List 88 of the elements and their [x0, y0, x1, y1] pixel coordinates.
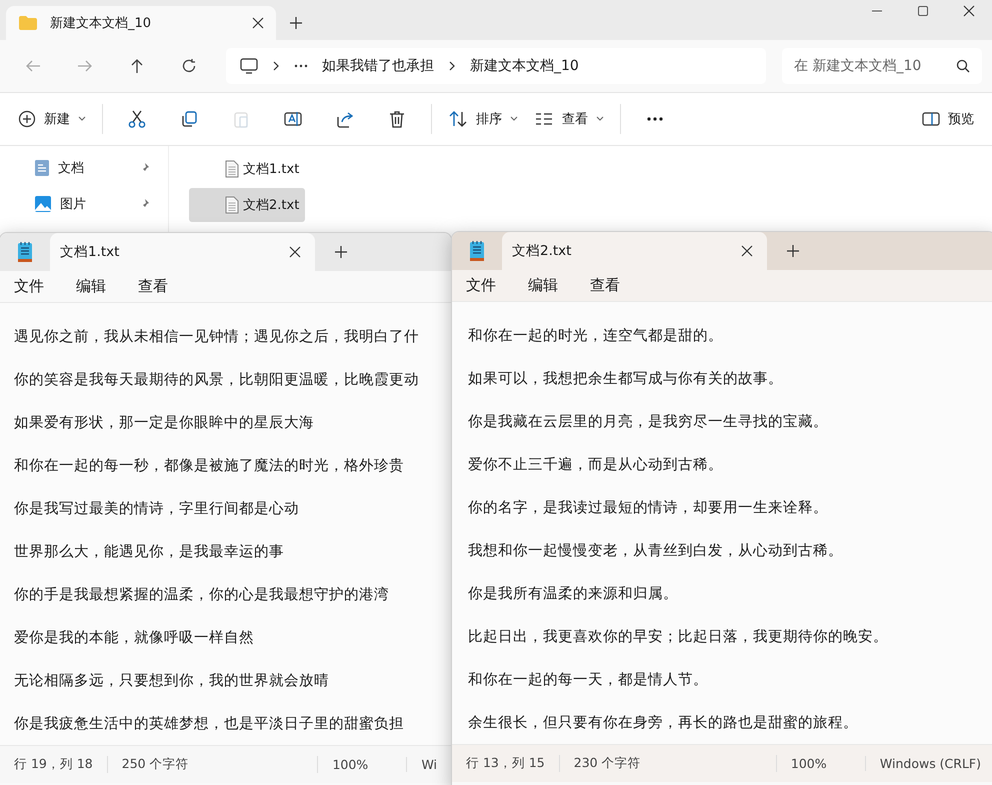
- zoom-level: 100%: [318, 757, 408, 772]
- folder-icon: [18, 15, 38, 31]
- plus-icon: [786, 244, 800, 258]
- character-count: 230 个字符: [560, 755, 777, 772]
- close-icon: [289, 246, 301, 258]
- tab-title: 文档2.txt: [512, 242, 572, 260]
- text-line: 和你在一起的每一秒，都像是被施了魔法的时光，格外珍贵: [14, 456, 405, 476]
- text-line: 我想和你一起慢慢变老，从青丝到白发，从心动到古稀。: [468, 542, 844, 561]
- text-line: 如果爱有形状，那一定是你眼眸中的星辰大海: [14, 414, 315, 433]
- toolbar-menu-button[interactable]: 排序: [442, 101, 524, 137]
- notepad-icon: [17, 241, 33, 263]
- tab-title: 文档1.txt: [60, 243, 120, 261]
- text-line: 你是我藏在云层里的月亮，是我穷尽一生寻找的宝藏。: [468, 412, 829, 432]
- text-line: 比起日出，我更喜欢你的早安；比起日落，我更期待你的晚安。: [468, 628, 889, 647]
- text-line: 爱你不止三千遍，而是从心动到古稀。: [468, 456, 724, 475]
- sidebar-label: 图片: [60, 196, 87, 213]
- cut-icon: [127, 109, 147, 129]
- explorer-tab[interactable]: 新建文本文档_10: [6, 6, 276, 40]
- refresh-icon: [181, 58, 197, 74]
- search-field[interactable]: 在 新建文本文档_10: [782, 48, 982, 84]
- toolbar-menu-button[interactable]: 新建: [12, 101, 92, 137]
- zoom-level: 100%: [776, 756, 866, 771]
- plus-icon: [289, 16, 303, 30]
- menu-item[interactable]: 编辑: [520, 272, 566, 299]
- character-count: 250 个字符: [108, 756, 318, 773]
- file-item[interactable]: 文档1.txt: [189, 152, 306, 186]
- menu-item[interactable]: 文件: [458, 272, 504, 299]
- text-line: 如果可以，我想把余生都写成与你有关的故事。: [468, 370, 784, 389]
- text-line: 爱你是我的本能，就像呼吸一样自然: [14, 629, 255, 648]
- sidebar-label: 文档: [58, 160, 85, 177]
- document-tab[interactable]: 文档1.txt: [50, 233, 315, 271]
- close-icon: [963, 5, 975, 17]
- notepad-icon: [469, 240, 485, 262]
- toolbar-menu-button[interactable]: 查看: [528, 101, 610, 137]
- breadcrumb[interactable]: 新建文本文档_10: [470, 57, 579, 75]
- picture-icon: [34, 195, 52, 213]
- arrow-up-icon: [129, 58, 145, 74]
- text-file-icon: [225, 196, 239, 214]
- text-file-icon: [225, 160, 239, 178]
- chevron-down-icon: [78, 116, 86, 122]
- cursor-position: 行 19，列 18: [0, 756, 108, 773]
- sort-icon: [448, 109, 468, 129]
- preview-pane-icon: [922, 112, 940, 126]
- file-item[interactable]: 文档2.txt: [189, 188, 306, 222]
- monitor-icon: [240, 58, 258, 74]
- menu-item[interactable]: 文件: [6, 273, 52, 300]
- document-tab[interactable]: 文档2.txt: [502, 232, 767, 270]
- text-line: 和你在一起的每一天，都是情人节。: [468, 671, 709, 690]
- address-bar[interactable]: 如果我错了也承担 新建文本文档_10: [226, 48, 766, 84]
- search-icon: [956, 59, 970, 73]
- text-line: 遇见你之前，我从未相信一见钟情；遇见你之后，我明白了什: [14, 328, 420, 347]
- arrow-right-icon: [77, 58, 93, 74]
- document-icon: [34, 159, 50, 177]
- menu-item[interactable]: 查看: [582, 272, 628, 299]
- breadcrumb[interactable]: 如果我错了也承担: [322, 57, 434, 75]
- line-ending: Wi: [420, 757, 438, 772]
- maximize-icon: [917, 5, 929, 17]
- text-line: 你是我所有温柔的来源和归属。: [468, 585, 679, 604]
- add-icon: [18, 110, 36, 128]
- arrow-left-icon: [25, 58, 41, 74]
- menu-item[interactable]: 编辑: [68, 273, 114, 300]
- trash-icon: [387, 109, 407, 129]
- plus-icon: [334, 245, 348, 259]
- tab-title: 新建文本文档_10: [50, 15, 152, 32]
- chevron-down-icon: [596, 116, 604, 122]
- chevron-down-icon: [510, 116, 518, 122]
- rename-icon: [283, 109, 303, 129]
- text-line: 你的名字，是我读过最短的情诗，却要用一生来诠释。: [468, 498, 829, 518]
- cursor-position: 行 13，列 15: [452, 755, 560, 772]
- more-icon: [647, 117, 663, 121]
- text-line: 你是我写过最美的情诗，字里行间都是心动: [14, 500, 300, 519]
- sidebar-item[interactable]: 文档: [0, 150, 168, 186]
- more-icon: [294, 64, 308, 68]
- text-line: 和你在一起的时光，连空气都是甜的。: [468, 327, 724, 346]
- text-line: 无论相隔多远，只要想到你，我的世界就会放晴: [14, 672, 330, 691]
- menu-item[interactable]: 查看: [130, 273, 176, 300]
- preview-button[interactable]: 预览: [916, 101, 980, 137]
- text-line: 余生很长，但只要有你在身旁，再长的路也是甜蜜的旅程。: [468, 714, 859, 733]
- text-line: 你的手是我最想紧握的温柔，你的心是我最想守护的港湾: [14, 586, 390, 605]
- text-line: 你是我疲惫生活中的英雄梦想，也是平淡日子里的甜蜜负担: [14, 714, 405, 734]
- text-line: 世界那么大，能遇见你，是我最幸运的事: [14, 543, 285, 562]
- text-line: 你的笑容是我每天最期待的风景，比朝阳更温暖，比晚霞更动: [14, 370, 420, 390]
- sidebar-item[interactable]: 图片: [0, 186, 168, 222]
- close-icon: [741, 245, 753, 257]
- chevron-right-icon: [448, 60, 456, 72]
- close-icon: [252, 17, 264, 29]
- chevron-right-icon: [272, 60, 280, 72]
- line-ending: Windows (CRLF): [878, 756, 982, 771]
